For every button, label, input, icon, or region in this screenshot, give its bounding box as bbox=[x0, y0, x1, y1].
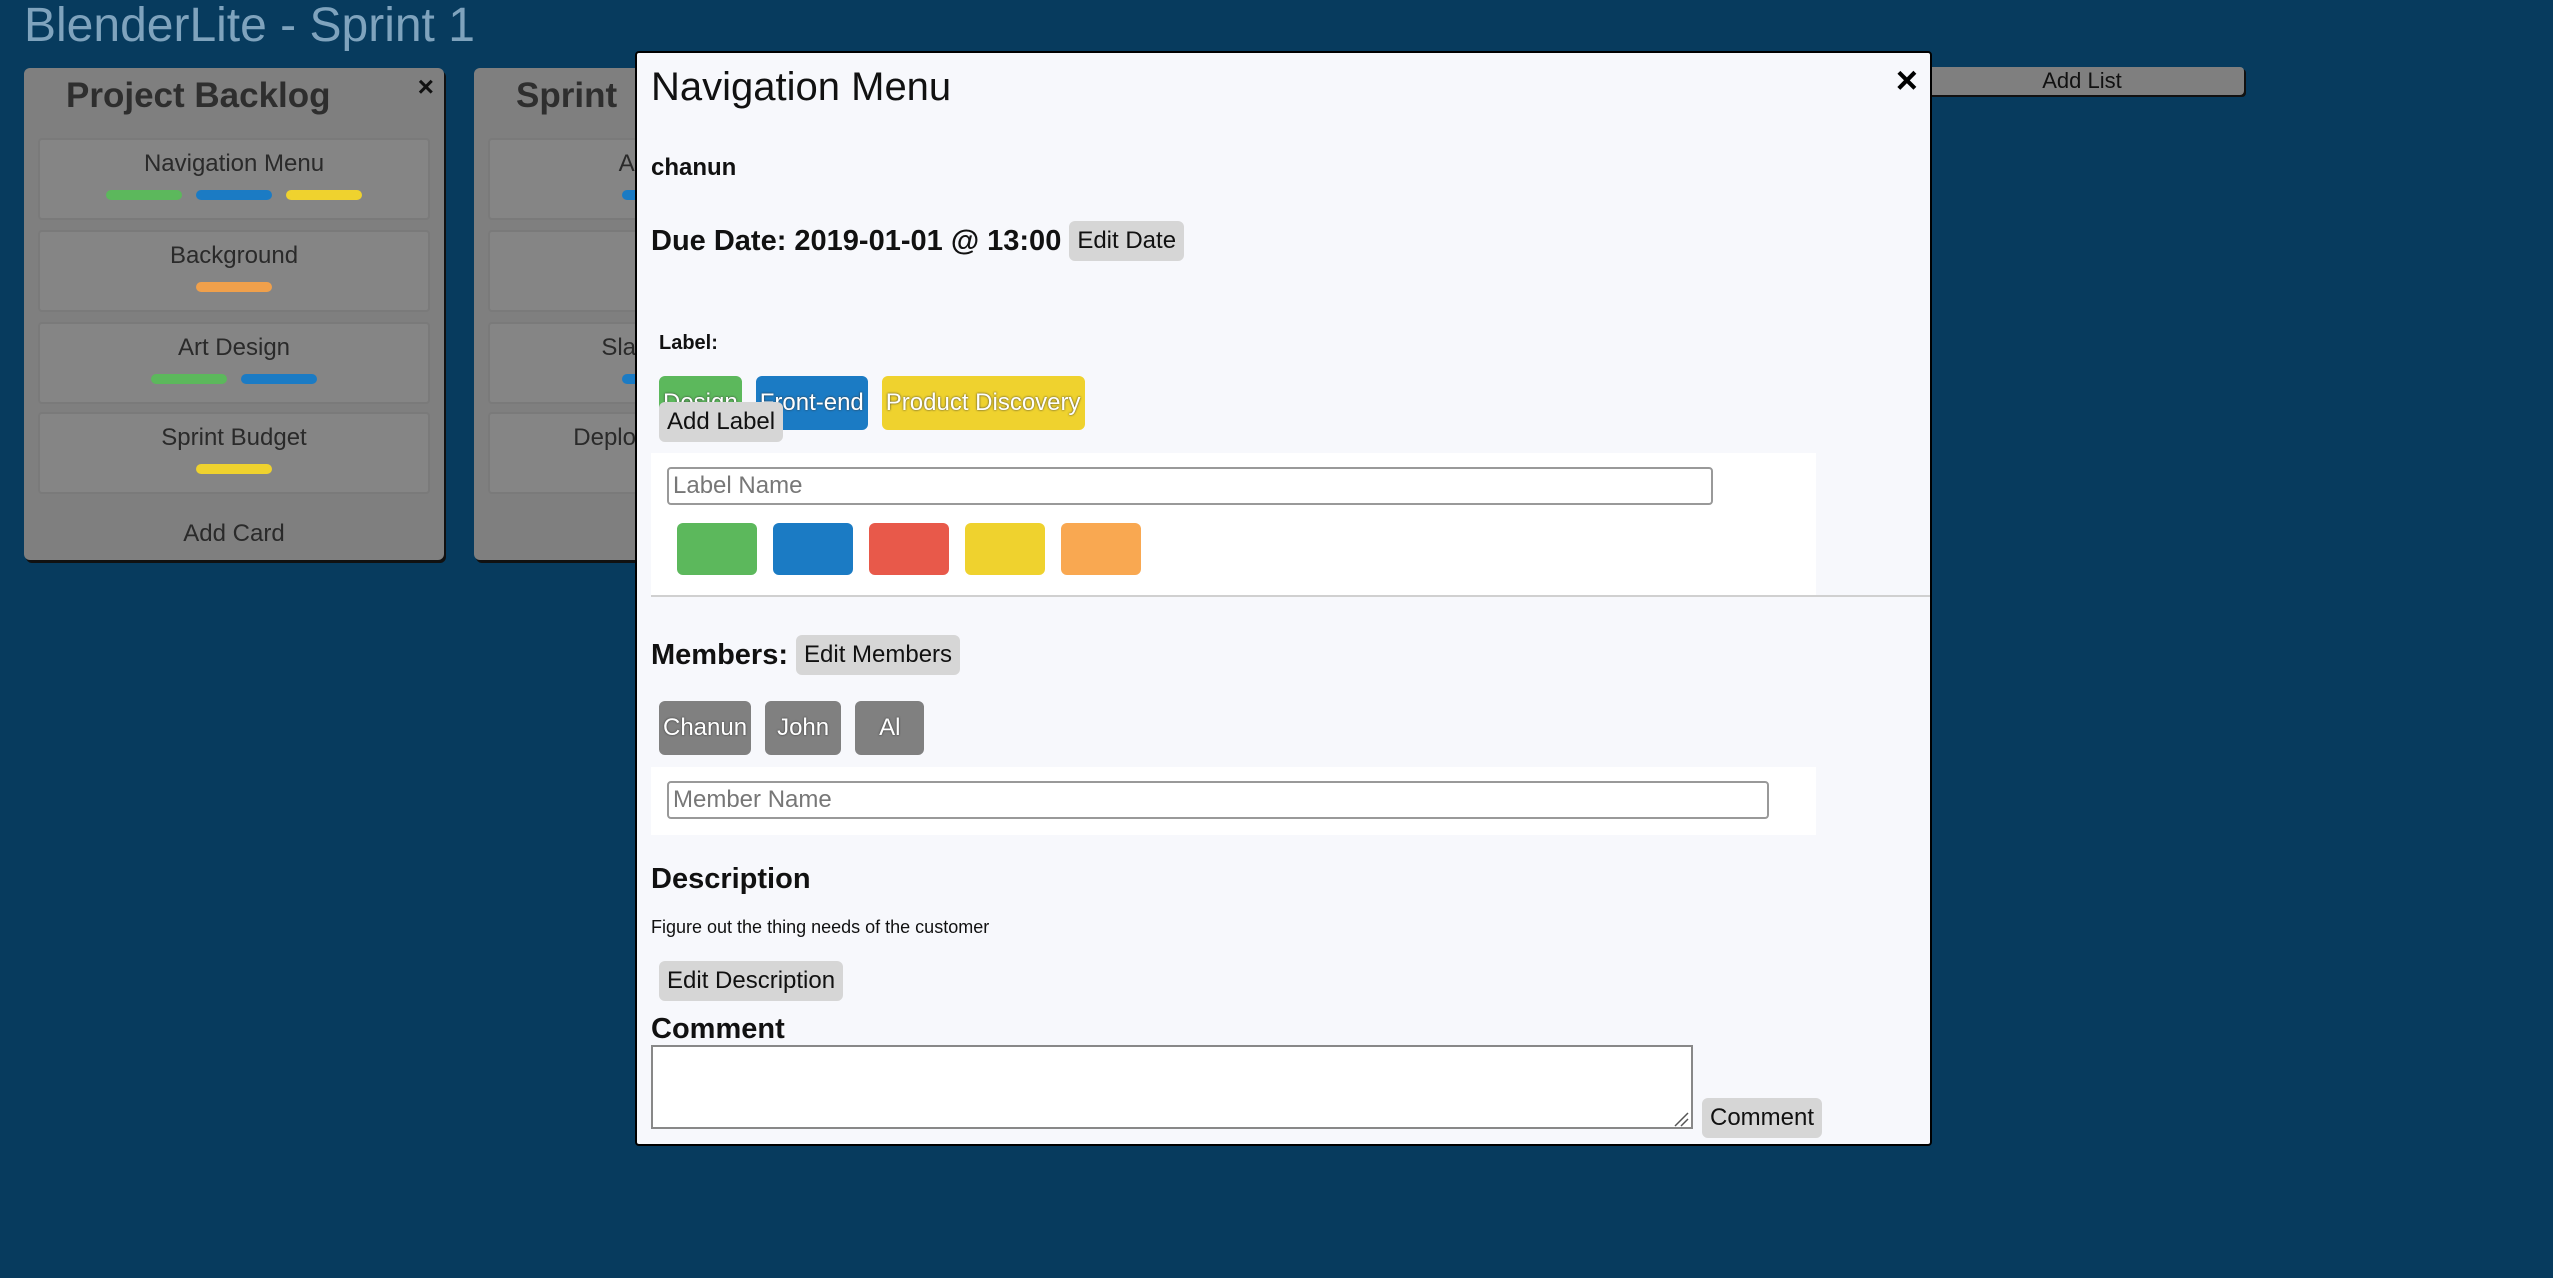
card-title: Au bbox=[618, 150, 648, 177]
swatch-green[interactable] bbox=[677, 523, 757, 575]
add-label-button[interactable]: Add Label bbox=[659, 402, 784, 442]
card-title: Slac bbox=[601, 334, 648, 361]
card-labels bbox=[490, 374, 652, 384]
members-heading: Members: bbox=[651, 638, 788, 671]
list-sprint: Sprint Au F Slac Deploy bbox=[474, 68, 654, 560]
description-text: Figure out the thing needs of the custom… bbox=[651, 917, 990, 937]
description-heading: Description bbox=[651, 863, 811, 895]
label-pill bbox=[241, 374, 317, 384]
label-pill bbox=[196, 464, 272, 474]
comment-submit-button[interactable]: Comment bbox=[1702, 1098, 1823, 1138]
member-chip-al[interactable]: Al bbox=[855, 701, 925, 755]
modal-title: Navigation Menu bbox=[651, 65, 952, 109]
swatch-orange[interactable] bbox=[1061, 523, 1141, 575]
member-chips: Chanun John Al bbox=[659, 701, 925, 755]
resize-grip-icon[interactable] bbox=[1673, 1111, 1689, 1127]
card-labels bbox=[490, 190, 652, 200]
label-color-swatches bbox=[677, 523, 1141, 575]
member-editor-panel bbox=[651, 767, 1816, 835]
list-card[interactable]: Sprint Budget bbox=[38, 412, 430, 494]
card-title: Navigation Menu bbox=[143, 150, 325, 177]
list-card[interactable]: Navigation Menu bbox=[38, 138, 430, 220]
section-divider bbox=[651, 595, 1930, 597]
card-title: Deploy bbox=[573, 424, 648, 451]
due-date-row: Due Date: 2019-01-01 @ 13:00 Edit Date bbox=[651, 221, 1185, 261]
board-title: BlenderLite - Sprint 1 bbox=[24, 0, 475, 52]
label-pill bbox=[286, 190, 362, 200]
list-project-backlog: Project Backlog × Navigation Menu Backgr… bbox=[24, 68, 444, 560]
edit-members-button[interactable]: Edit Members bbox=[796, 635, 961, 675]
comment-heading: Comment bbox=[651, 1013, 785, 1045]
card-owner: chanun bbox=[651, 154, 737, 181]
close-icon[interactable]: × bbox=[1896, 61, 1918, 101]
swatch-yellow[interactable] bbox=[965, 523, 1045, 575]
member-chip-chanun[interactable]: Chanun bbox=[659, 701, 752, 755]
member-chip-john[interactable]: John bbox=[765, 701, 842, 755]
label-name-input[interactable] bbox=[667, 467, 1713, 505]
list-card[interactable]: Slac bbox=[488, 322, 654, 404]
card-labels bbox=[40, 282, 428, 292]
list-title: Project Backlog bbox=[66, 76, 331, 115]
edit-date-button[interactable]: Edit Date bbox=[1069, 221, 1185, 261]
label-pill bbox=[196, 282, 272, 292]
add-card-button[interactable]: Add Card bbox=[24, 520, 444, 548]
label-chip-product-discovery[interactable]: Product Discovery bbox=[881, 376, 1085, 430]
card-labels bbox=[40, 464, 428, 474]
label-pill bbox=[196, 190, 272, 200]
swatch-blue[interactable] bbox=[773, 523, 853, 575]
list-card[interactable]: Deploy bbox=[488, 412, 654, 494]
add-list-button[interactable]: Add List bbox=[1920, 67, 2244, 95]
edit-description-button[interactable]: Edit Description bbox=[659, 961, 844, 1001]
list-card[interactable]: Art Design bbox=[38, 322, 430, 404]
list-card[interactable]: Au bbox=[488, 138, 654, 220]
card-title: Background bbox=[169, 242, 299, 269]
swatch-red[interactable] bbox=[869, 523, 949, 575]
label-pill bbox=[151, 374, 227, 384]
card-labels bbox=[40, 374, 428, 384]
members-row: Members: Edit Members bbox=[651, 635, 961, 675]
member-name-input[interactable] bbox=[667, 781, 1769, 819]
label-pill bbox=[106, 190, 182, 200]
list-card[interactable]: Background bbox=[38, 230, 430, 312]
card-title: Art Design bbox=[177, 334, 291, 361]
list-title: Sprint bbox=[516, 76, 618, 115]
card-title: Sprint Budget bbox=[161, 424, 307, 451]
card-labels bbox=[40, 190, 428, 200]
comment-input[interactable] bbox=[651, 1045, 1693, 1129]
list-close-icon[interactable]: × bbox=[418, 72, 434, 102]
label-heading: Label: bbox=[659, 332, 718, 354]
card-title: F bbox=[490, 232, 652, 270]
label-editor-panel bbox=[651, 453, 1816, 595]
due-date-text: Due Date: 2019-01-01 @ 13:00 bbox=[651, 224, 1062, 257]
card-detail-modal: Navigation Menu × chanun Due Date: 2019-… bbox=[635, 51, 1932, 1146]
list-card[interactable]: F bbox=[488, 230, 654, 312]
